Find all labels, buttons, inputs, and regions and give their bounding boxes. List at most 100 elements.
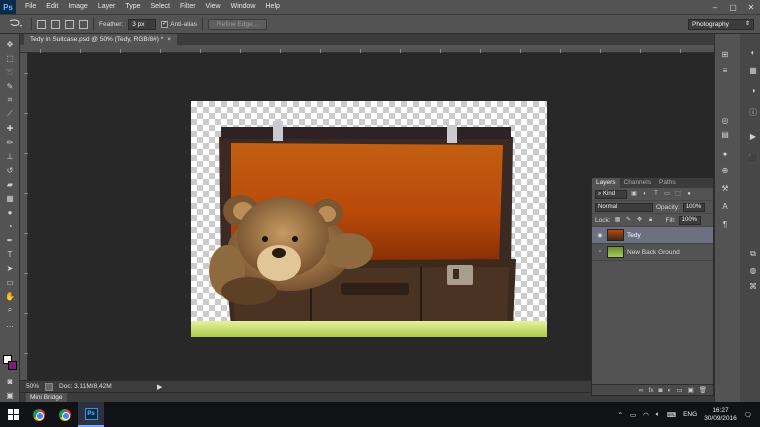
fill-input[interactable]: 100% xyxy=(678,215,701,225)
menu-file[interactable]: File xyxy=(20,0,41,14)
mask-icon[interactable]: ◙ xyxy=(659,387,663,394)
clone-source-icon[interactable]: ⊕ xyxy=(719,164,731,176)
tool-presets-icon[interactable]: ⚒ xyxy=(719,182,731,194)
pixel-filter-icon[interactable]: ▣ xyxy=(630,190,638,198)
volume-icon[interactable]: 🔈︎ xyxy=(656,411,660,419)
mini-bridge-tab[interactable]: Mini Bridge xyxy=(26,393,67,402)
menu-type[interactable]: Type xyxy=(120,0,145,14)
kind-filter-select[interactable]: ⌕ Kind xyxy=(595,189,627,199)
lasso-tool-icon[interactable]: ➰ xyxy=(3,66,17,78)
adjustments-panel-icon[interactable]: ◑ xyxy=(747,84,759,96)
dodge-tool-icon[interactable]: ◔ xyxy=(3,220,17,232)
menu-select[interactable]: Select xyxy=(146,0,175,14)
history-brush-tool-icon[interactable]: ↺ xyxy=(3,164,17,176)
lock-position-icon[interactable]: ✥ xyxy=(636,216,644,224)
histogram-panel-icon[interactable]: ▤ xyxy=(719,128,731,140)
zoom-tool-icon[interactable]: ⌕ xyxy=(3,304,17,316)
taskbar-photoshop[interactable]: Ps xyxy=(78,402,104,427)
move-tool-icon[interactable]: ✥ xyxy=(3,38,17,50)
antialias-checkbox[interactable]: ✓ Anti-alias xyxy=(161,20,197,28)
lock-all-icon[interactable]: 🔒︎ xyxy=(647,216,655,224)
windows-start-button[interactable] xyxy=(0,402,26,427)
paths-panel-icon[interactable]: ⌘ xyxy=(747,280,759,292)
layer-row[interactable]: ▫ New Back Ground xyxy=(592,244,713,261)
opacity-input[interactable]: 100% xyxy=(682,202,705,212)
lock-pixels-icon[interactable]: ✎ xyxy=(625,216,633,224)
menu-window[interactable]: Window xyxy=(226,0,261,14)
close-tab-icon[interactable]: × xyxy=(167,34,171,45)
more-tools-icon[interactable]: … xyxy=(3,318,17,330)
subtract-selection-icon[interactable] xyxy=(65,19,74,29)
menu-help[interactable]: Help xyxy=(261,0,285,14)
keyboard-icon[interactable]: ⌨ xyxy=(667,411,676,419)
eyedropper-tool-icon[interactable]: ⟋ xyxy=(3,108,17,120)
feather-input[interactable]: 3 px xyxy=(128,18,157,30)
taskbar-chrome-1[interactable] xyxy=(26,402,52,427)
pen-tool-icon[interactable]: ✒ xyxy=(3,234,17,246)
menu-view[interactable]: View xyxy=(201,0,226,14)
smart-object-filter-icon[interactable]: ⬚ xyxy=(674,190,682,198)
brush-tool-icon[interactable]: ✏ xyxy=(3,136,17,148)
network-icon[interactable]: ◠ xyxy=(643,411,649,419)
close-window-button[interactable]: ✕ xyxy=(746,3,756,12)
layer-row[interactable]: ◉ Tedy xyxy=(592,227,713,244)
tab-channels[interactable]: Channels xyxy=(620,178,655,188)
quick-selection-tool-icon[interactable]: ✎ xyxy=(3,80,17,92)
filter-toggle-icon[interactable]: ● xyxy=(685,190,693,198)
notification-icon[interactable]: 🗨︎ xyxy=(744,411,752,419)
lasso-tool-preset-icon[interactable] xyxy=(4,17,26,31)
document-canvas[interactable] xyxy=(191,101,547,337)
brush-panel-icon[interactable]: ✦ xyxy=(719,148,731,160)
menu-filter[interactable]: Filter xyxy=(175,0,201,14)
layer-name[interactable]: Tedy xyxy=(627,232,641,239)
blur-tool-icon[interactable]: ● xyxy=(3,206,17,218)
type-tool-icon[interactable]: T xyxy=(3,248,17,260)
fx-icon[interactable]: fx xyxy=(648,387,653,394)
menu-layer[interactable]: Layer xyxy=(93,0,121,14)
background-color-swatch[interactable] xyxy=(8,361,17,370)
trash-icon[interactable]: 🗑︎ xyxy=(699,386,707,394)
taskbar-chrome-2[interactable] xyxy=(52,402,78,427)
menu-edit[interactable]: Edit xyxy=(41,0,63,14)
healing-brush-tool-icon[interactable]: ✚ xyxy=(3,122,17,134)
new-selection-icon[interactable] xyxy=(37,19,46,29)
shape-filter-icon[interactable]: ▭ xyxy=(663,190,671,198)
history-panel-icon[interactable]: ⊞ xyxy=(719,48,731,60)
workspace-select[interactable]: Photography ⇕ xyxy=(688,19,754,30)
visibility-off-icon[interactable]: ▫ xyxy=(596,249,604,255)
intersect-selection-icon[interactable] xyxy=(79,19,88,29)
language-indicator[interactable]: ENG xyxy=(683,411,697,418)
tab-layers[interactable]: Layers xyxy=(592,178,620,188)
clone-stamp-tool-icon[interactable]: ⊥ xyxy=(3,150,17,162)
new-layer-icon[interactable]: ▣ xyxy=(688,386,694,394)
type-filter-icon[interactable]: T xyxy=(652,190,660,198)
styles-panel-icon[interactable]: ⬛ xyxy=(747,152,759,164)
refine-edge-button[interactable]: Refine Edge... xyxy=(207,18,268,30)
crop-tool-icon[interactable]: ⌗ xyxy=(3,94,17,106)
visibility-eye-icon[interactable]: ◉ xyxy=(596,232,604,239)
navigator-panel-icon[interactable]: ◎ xyxy=(719,114,731,126)
quick-mask-icon[interactable]: ◙ xyxy=(3,375,17,387)
gradient-tool-icon[interactable]: ▦ xyxy=(3,192,17,204)
color-panel-icon[interactable]: ◐ xyxy=(747,46,759,58)
lock-transparency-icon[interactable]: ▦ xyxy=(614,216,622,224)
layers-panel-icon[interactable]: ⧉ xyxy=(747,248,759,260)
screen-mode-icon[interactable]: ▣ xyxy=(3,389,17,401)
status-info-icon[interactable] xyxy=(45,382,54,391)
eraser-tool-icon[interactable]: ▰ xyxy=(3,178,17,190)
minimize-button[interactable]: – xyxy=(710,3,720,12)
zoom-level[interactable]: 50% xyxy=(26,383,39,390)
layer-name[interactable]: New Back Ground xyxy=(627,249,680,256)
document-tab[interactable]: Tedy in Suitcase.psd @ 50% (Tedy, RGB/8#… xyxy=(24,34,178,45)
swatches-panel-icon[interactable]: ▦ xyxy=(747,64,759,76)
chevron-up-icon[interactable]: ⌃ xyxy=(618,411,623,419)
character-panel-icon[interactable]: A xyxy=(719,200,731,212)
add-selection-icon[interactable] xyxy=(51,19,60,29)
paragraph-panel-icon[interactable]: ¶ xyxy=(719,218,731,230)
path-selection-tool-icon[interactable]: ➤ xyxy=(3,262,17,274)
rectangle-tool-icon[interactable]: ▭ xyxy=(3,276,17,288)
link-icon[interactable]: ∞ xyxy=(639,387,644,394)
actions-panel-icon[interactable]: ▶ xyxy=(747,130,759,142)
marquee-tool-icon[interactable]: ⬚ xyxy=(3,52,17,64)
adjustment-icon[interactable]: ◐ xyxy=(667,387,671,394)
